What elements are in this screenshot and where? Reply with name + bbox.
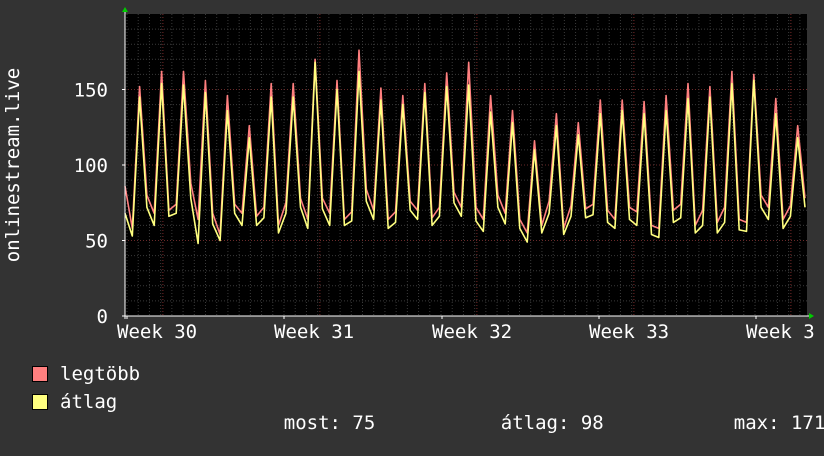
x-tick-label: Week 30 xyxy=(117,321,197,343)
x-tick-label: Week 32 xyxy=(432,321,512,343)
y-axis-label: onlinestream.live xyxy=(2,68,24,262)
y-axis-arrow xyxy=(122,7,128,12)
x-tick-label: Week 33 xyxy=(589,321,669,343)
x-axis-arrow xyxy=(809,313,814,319)
y-tick-label: 50 xyxy=(85,231,108,253)
chart: 0 50 100 150 Week 30 Week 31 Week 32 Week 33 Wee… xyxy=(2,7,815,343)
y-tick-label: 0 xyxy=(97,306,108,328)
y-tick-label: 150 xyxy=(74,80,108,102)
x-tick-label: Week 3 xyxy=(746,321,815,343)
y-tick-label: 100 xyxy=(74,155,108,177)
x-tick-label: Week 31 xyxy=(274,321,354,343)
